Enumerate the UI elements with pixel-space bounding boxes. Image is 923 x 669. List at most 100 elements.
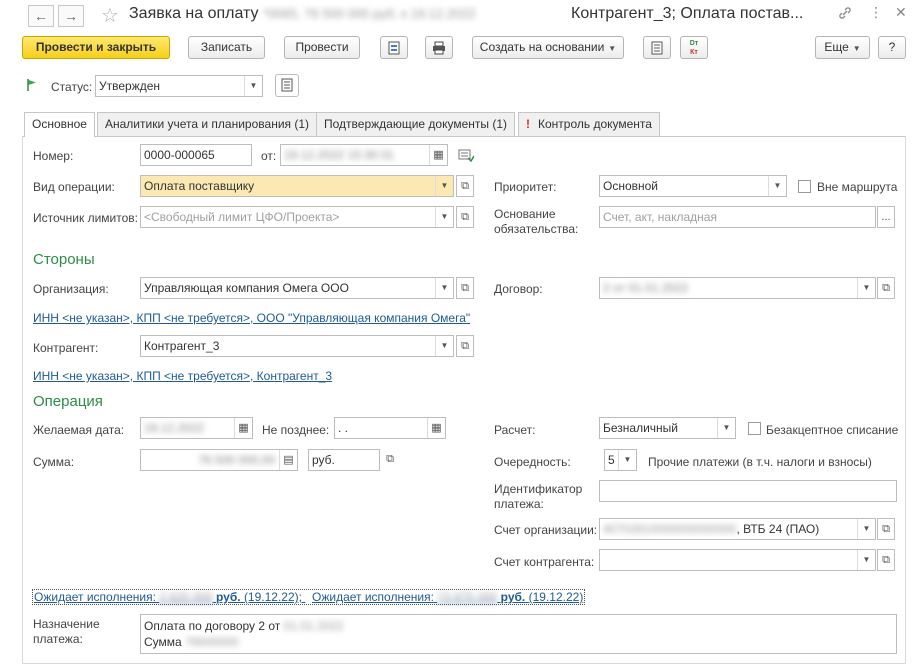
tab-analytics[interactable]: Аналитики учета и планирования (1) [97,112,318,136]
org-account-select[interactable]: 40702810000000000000, ВТБ 24 (ПАО) ▼ [599,518,876,540]
awaiting-1-amount: 2 625 000 [159,590,213,604]
open-form-icon[interactable]: ⧉ [456,206,474,228]
awaiting-2-date: (19.12.22) [528,590,584,604]
print-button[interactable] [425,36,453,59]
counterparty-select[interactable]: Контрагент_3 ▼ [140,335,454,357]
settlement-select[interactable]: Безналичный ▼ [599,417,736,439]
more-button[interactable]: Еще ▼ [815,36,870,59]
save-button[interactable]: Записать [188,36,265,59]
purpose-line-2: Сумма 76500000 [144,634,896,650]
open-form-icon[interactable]: ⧉ [877,549,895,571]
dropdown-arrow-icon[interactable]: ▼ [618,450,636,470]
noncash-writeoff-checkbox[interactable] [748,422,761,435]
tab-main[interactable]: Основное [24,112,95,137]
awaiting-1-date: (19.12.22); [243,590,302,604]
calendar-icon[interactable]: ▦ [234,418,252,438]
parties-section-title: Стороны [33,251,95,268]
calculator-icon[interactable]: ▤ [279,450,297,470]
awaiting-execution-links: Ожидает исполнения: 2 625 000 руб. (19.1… [32,589,586,605]
open-form-icon[interactable]: ⧉ [456,175,474,197]
tab-supporting-docs[interactable]: Подтверждающие документы (1) [316,112,516,136]
help-button[interactable]: ? [878,36,906,59]
dropdown-arrow-icon[interactable]: ▼ [435,278,453,298]
window-title: Заявка на оплату *0065, 76 500 000 руб. … [129,5,476,23]
dt-kt-button[interactable]: Dт Кт [680,36,708,59]
desired-date-label: Желаемая дата: [33,423,125,437]
more-vertical-icon[interactable]: ⋮ [869,4,883,21]
number-field[interactable]: 0000-000065 [140,144,252,166]
payment-id-field[interactable] [599,480,897,502]
status-select[interactable]: Утвержден ▼ [95,75,263,97]
link-icon[interactable] [838,6,852,20]
out-of-route-checkbox[interactable] [798,180,811,193]
operation-type-select[interactable]: Оплата поставщику ▼ [140,175,454,197]
create-based-on-label: Создать на основании [479,40,605,54]
payment-id-label-line1: Идентификатор [494,482,583,496]
list-view-button[interactable] [643,36,671,59]
dropdown-arrow-icon[interactable]: ▼ [717,418,735,438]
date-field[interactable]: 19.12.2022 15:30:31 ▦ [280,144,448,166]
post-button[interactable]: Провести [284,36,360,59]
structure-button[interactable] [380,36,408,59]
queue-select[interactable]: 5 ▼ [604,449,637,471]
close-icon[interactable]: ✕ [895,4,907,21]
counterparty-account-select[interactable]: ▼ [599,549,876,571]
not-later-label: Не позднее: [262,423,330,437]
window-title-suffix: Контрагент_3; Оплата постав... [571,5,804,22]
caret-down-icon: ▼ [852,44,861,53]
counterparty-value: Контрагент_3 [144,339,220,353]
dropdown-arrow-icon[interactable]: ▼ [435,336,453,356]
ellipsis-icon[interactable]: ... [877,206,895,228]
not-later-field[interactable]: . . ▦ [334,417,446,439]
post-and-close-button[interactable]: Провести и закрыть [22,36,170,59]
operation-type-label: Вид операции: [33,180,115,194]
back-button[interactable]: ← [28,5,54,27]
operation-type-value: Оплата поставщику [144,179,255,193]
dropdown-arrow-icon[interactable]: ▼ [768,176,786,196]
organization-details-link[interactable]: ИНН <не указан>, КПП <не требуется>, ООО… [33,311,470,325]
organization-value: Управляющая компания Омега ООО [144,281,349,295]
forward-button[interactable]: → [58,5,84,27]
dropdown-arrow-icon[interactable]: ▼ [857,519,875,539]
open-form-icon[interactable]: ⧉ [456,335,474,357]
awaiting-2-amount: 73 875 000 [437,590,498,604]
org-account-bank: , ВТБ 24 (ПАО) [736,522,820,536]
debit-credit-icon: Dт Кт [689,40,699,56]
window-title-main: Заявка на оплату [129,5,259,22]
limit-source-select[interactable]: <Свободный лимит ЦФО/Проекта> ▼ [140,206,454,228]
dropdown-arrow-icon[interactable]: ▼ [857,550,875,570]
dropdown-arrow-icon[interactable]: ▼ [435,207,453,227]
awaiting-execution-link-2[interactable]: Ожидает исполнения: 73 875 000 руб. (19.… [312,590,583,604]
open-form-icon[interactable]: ⧉ [456,277,474,299]
limit-source-placeholder: <Свободный лимит ЦФО/Проекта> [144,210,340,224]
counterparty-details-link[interactable]: ИНН <не указан>, КПП <не требуется>, Кон… [33,369,332,383]
desired-date-value: 19.12.2022 [144,421,205,435]
organization-select[interactable]: Управляющая компания Омега ООО ▼ [140,277,454,299]
basis-label-line2: обязательства: [494,222,579,236]
currency-field[interactable]: руб. [308,449,380,471]
contract-select[interactable]: 2 от 01.01.2022 ▼ [599,277,876,299]
awaiting-2-prefix: Ожидает исполнения: [312,590,434,604]
calendar-icon[interactable]: ▦ [429,145,447,165]
dropdown-arrow-icon[interactable]: ▼ [857,278,875,298]
dropdown-arrow-icon[interactable]: ▼ [435,176,453,196]
priority-select[interactable]: Основной ▼ [599,175,787,197]
tab-document-control[interactable]: ! Контроль документа [518,112,660,136]
open-form-icon[interactable]: ⧉ [381,449,399,471]
purpose-line-2-text: Сумма [144,635,182,649]
open-form-icon[interactable]: ⧉ [877,518,895,540]
amount-field[interactable]: 76 500 000,00 ▤ [140,449,298,471]
register-icon[interactable] [458,148,475,165]
awaiting-execution-link-1[interactable]: Ожидает исполнения: 2 625 000 руб. (19.1… [34,590,305,604]
arrow-right-icon: → [64,8,78,24]
dropdown-arrow-icon[interactable]: ▼ [244,76,262,96]
status-history-button[interactable] [275,74,299,97]
basis-field[interactable]: Счет, акт, накладная [599,206,876,228]
purpose-textarea[interactable]: Оплата по договору 2 от 01.01.2022 Сумма… [140,614,897,654]
date-label: от: [261,149,277,163]
create-based-on-button[interactable]: Создать на основании ▼ [472,36,624,59]
open-form-icon[interactable]: ⧉ [877,277,895,299]
calendar-icon[interactable]: ▦ [427,418,445,438]
desired-date-field[interactable]: 19.12.2022 ▦ [140,417,253,439]
star-icon[interactable]: ☆ [101,3,119,28]
